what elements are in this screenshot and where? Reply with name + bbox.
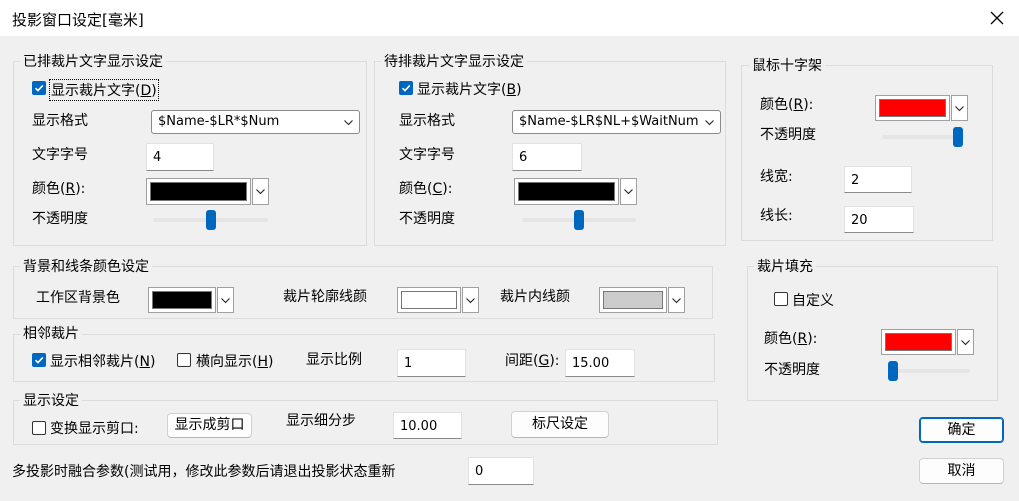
pending-color-picker[interactable] [514, 178, 619, 205]
arranged-color-dropdown[interactable] [252, 178, 269, 205]
show-adjacent-checkbox[interactable] [32, 353, 46, 367]
chevron-down-icon [221, 298, 230, 304]
chevron-down-icon [624, 189, 633, 195]
arranged-size-label: 文字字号 [32, 147, 88, 163]
crosshair-opacity-thumb[interactable] [953, 127, 963, 147]
pending-format-label: 显示格式 [399, 113, 455, 129]
ok-button[interactable]: 确定 [919, 417, 1004, 443]
spacing-input[interactable]: 15.00 [565, 349, 635, 377]
inner-line-color-picker[interactable] [599, 287, 667, 313]
ruler-settings-button[interactable]: 标尺设定 [511, 411, 609, 438]
inner-line-color-label: 裁片内线颜 [500, 289, 570, 305]
arranged-show-text-checkbox[interactable] [32, 81, 46, 95]
fill-color-dropdown[interactable] [957, 329, 974, 355]
fill-color-label: 颜色(R): [764, 331, 818, 347]
inner-line-color-swatch [603, 291, 663, 309]
outline-color-label: 裁片轮廓线颜 [283, 289, 367, 305]
arranged-text-legend: 已排裁片文字显示设定 [20, 51, 166, 71]
workspace-color-picker[interactable] [148, 287, 216, 313]
display-ratio-label: 显示比例 [306, 352, 362, 368]
pending-size-input[interactable]: 6 [512, 143, 582, 171]
outline-color-swatch [401, 291, 457, 309]
piece-fill-legend: 裁片填充 [754, 256, 816, 276]
crosshair-length-input[interactable]: 20 [844, 206, 914, 233]
chevron-down-icon [961, 340, 970, 346]
arranged-format-value: $Name-$LR*$Num [158, 114, 280, 129]
workspace-color-swatch [152, 291, 212, 309]
transform-notch-label[interactable]: 变换显示剪口: [50, 418, 139, 438]
inner-line-color-dropdown[interactable] [668, 287, 685, 313]
outline-color-picker[interactable] [397, 287, 461, 313]
horizontal-display-label[interactable]: 横向显示(H) [196, 351, 273, 371]
fill-opacity-thumb[interactable] [888, 361, 898, 381]
pending-format-value: $Name-$LR$NL+$WaitNum [519, 114, 699, 129]
pending-show-text-label[interactable]: 显示裁片文字(B) [417, 79, 522, 99]
fill-opacity-label: 不透明度 [764, 362, 820, 378]
chevron-down-icon [955, 106, 964, 112]
pending-color-label: 颜色(C): [399, 181, 453, 197]
crosshair-opacity-track[interactable] [882, 135, 964, 139]
transform-notch-checkbox[interactable] [32, 421, 46, 435]
arranged-opacity-thumb[interactable] [206, 210, 216, 230]
show-as-notch-button[interactable]: 显示成剪口 [167, 413, 252, 438]
cancel-button[interactable]: 取消 [919, 458, 1004, 484]
fill-color-picker[interactable] [881, 329, 956, 355]
chevron-down-icon [256, 189, 265, 195]
chevron-down-icon [344, 120, 353, 126]
pending-show-text-checkbox[interactable] [399, 81, 413, 95]
crosshair-legend: 鼠标十字架 [749, 55, 825, 75]
pending-opacity-thumb[interactable] [574, 210, 584, 230]
chevron-down-icon [672, 298, 681, 304]
arranged-opacity-label: 不透明度 [32, 211, 88, 227]
arranged-color-label: 颜色(R): [32, 181, 86, 197]
show-adjacent-label[interactable]: 显示相邻裁片(N) [50, 351, 155, 371]
chevron-down-icon [705, 120, 714, 126]
crosshair-color-picker[interactable] [875, 95, 950, 121]
pending-color-swatch [518, 182, 615, 201]
arranged-format-select[interactable]: $Name-$LR*$Num [151, 110, 360, 134]
arranged-format-label: 显示格式 [32, 113, 88, 129]
chevron-down-icon [466, 298, 475, 304]
crosshair-width-label: 线宽: [760, 169, 793, 185]
pending-size-label: 文字字号 [399, 147, 455, 163]
subdivision-step-input[interactable]: 10.00 [393, 412, 462, 439]
display-ratio-input[interactable]: 1 [397, 349, 466, 377]
pending-color-dropdown[interactable] [620, 178, 637, 205]
crosshair-length-label: 线长: [760, 208, 793, 224]
display-settings-legend: 显示设定 [20, 390, 82, 410]
adjacent-legend: 相邻裁片 [20, 323, 82, 343]
workspace-color-dropdown[interactable] [217, 287, 234, 313]
fill-opacity-track[interactable] [888, 369, 970, 373]
subdivision-step-label: 显示细分步 [286, 413, 356, 429]
window-title: 投影窗口设定[毫米] [12, 11, 144, 29]
arranged-color-picker[interactable] [146, 178, 251, 205]
crosshair-color-swatch [879, 99, 946, 117]
outline-color-dropdown[interactable] [462, 287, 479, 313]
arranged-size-input[interactable]: 4 [146, 143, 214, 171]
horizontal-display-checkbox[interactable] [177, 353, 191, 367]
workspace-color-label: 工作区背景色 [36, 290, 120, 306]
pending-format-select[interactable]: $Name-$LR$NL+$WaitNum [512, 110, 721, 134]
crosshair-opacity-label: 不透明度 [760, 127, 816, 143]
arranged-show-text-label[interactable]: 显示裁片文字(D) [49, 79, 159, 101]
title-bar [0, 0, 1019, 36]
custom-fill-label[interactable]: 自定义 [792, 290, 834, 310]
blend-params-label: 多投影时融合参数(测试用，修改此参数后请退出投影状态重新 [12, 464, 396, 480]
blend-params-input[interactable]: 0 [468, 457, 534, 485]
custom-fill-checkbox[interactable] [774, 292, 788, 306]
background-colors-legend: 背景和线条颜色设定 [20, 256, 152, 276]
crosshair-color-label: 颜色(R): [760, 97, 814, 113]
close-icon[interactable] [982, 3, 1012, 33]
crosshair-width-input[interactable]: 2 [844, 166, 912, 193]
fill-color-swatch [885, 333, 952, 351]
crosshair-color-dropdown[interactable] [951, 95, 968, 121]
spacing-label: 间距(G): [505, 353, 560, 369]
arranged-color-swatch [150, 182, 247, 201]
pending-opacity-label: 不透明度 [399, 211, 455, 227]
pending-text-legend: 待排裁片文字显示设定 [381, 51, 527, 71]
